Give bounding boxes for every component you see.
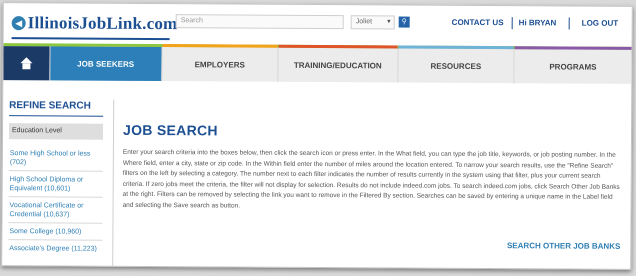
nav-employers[interactable]: EMPLOYERS (161, 44, 278, 82)
filter-high-school-diploma[interactable]: High School Diploma or Equivalent (10,60… (10, 175, 102, 194)
filter-divider (8, 222, 103, 224)
nav-label: PROGRAMS (549, 61, 597, 72)
main-nav: JOB SEEKERS EMPLOYERS TRAINING/EDUCATION… (3, 43, 632, 84)
nav-color-bar (162, 44, 278, 48)
filter-some-high-school[interactable]: Some High School or less (702) (10, 149, 102, 168)
nav-color-bar (514, 46, 632, 50)
home-icon (20, 57, 32, 69)
chevron-down-icon: ▾ (387, 18, 391, 26)
nav-programs[interactable]: PROGRAMS (513, 46, 632, 84)
home-button[interactable] (3, 46, 50, 81)
filter-vocational-certificate[interactable]: Vocational Certificate or Credential (10… (9, 201, 101, 220)
search-icon: ⚲ (401, 18, 407, 26)
screenshot-frame: ◀ IllinoisJobLink.com Search Joliet ▾ ⚲ … (1, 2, 633, 270)
nav-label: TRAINING/EDUCATION (293, 60, 382, 70)
filter-divider (8, 170, 103, 172)
search-button[interactable]: ⚲ (398, 16, 410, 28)
nav-color-bar (398, 45, 514, 50)
site-logo[interactable]: ◀ IllinoisJobLink.com (11, 13, 178, 34)
filter-associates-degree[interactable]: Associate's Degree (11,223) (9, 244, 101, 254)
contact-us-link[interactable]: CONTACT US (452, 18, 504, 27)
nav-label: JOB SEEKERS (77, 59, 135, 69)
filter-some-college[interactable]: Some College (10,960) (9, 227, 101, 237)
sidebar-divider (112, 99, 115, 270)
search-instructions: Enter your search criteria into the boxe… (122, 148, 620, 210)
search-input[interactable]: Search (175, 14, 344, 30)
user-greeting[interactable]: Hi BRYAN (519, 18, 557, 27)
filter-section-header[interactable]: Education Level (8, 123, 104, 140)
nav-color-bar (278, 44, 398, 49)
logout-link[interactable]: LOG OUT (582, 19, 619, 28)
search-other-job-banks-link[interactable]: SEARCH OTHER JOB BANKS (507, 241, 620, 251)
nav-resources[interactable]: RESOURCES (397, 45, 514, 84)
logo-underline (11, 37, 170, 41)
location-value: Joliet (355, 18, 373, 26)
logo-text: IllinoisJobLink.com (27, 13, 178, 34)
filter-divider (8, 196, 103, 198)
nav-label: EMPLOYERS (194, 59, 245, 70)
location-select[interactable]: Joliet ▾ (350, 15, 395, 30)
nav-label: RESOURCES (430, 61, 482, 71)
logo-icon: ◀ (11, 16, 26, 31)
header-separator (511, 17, 513, 30)
sidebar-underline (9, 115, 104, 117)
nav-job-seekers[interactable]: JOB SEEKERS (48, 46, 162, 82)
filter-divider (8, 239, 103, 241)
sidebar-title: REFINE SEARCH (9, 100, 91, 112)
page-title: JOB SEARCH (122, 121, 218, 139)
refine-search-sidebar: REFINE SEARCH Education Level Some High … (2, 99, 107, 270)
nav-training-education[interactable]: TRAINING/EDUCATION (277, 44, 398, 83)
header-separator (568, 17, 570, 30)
